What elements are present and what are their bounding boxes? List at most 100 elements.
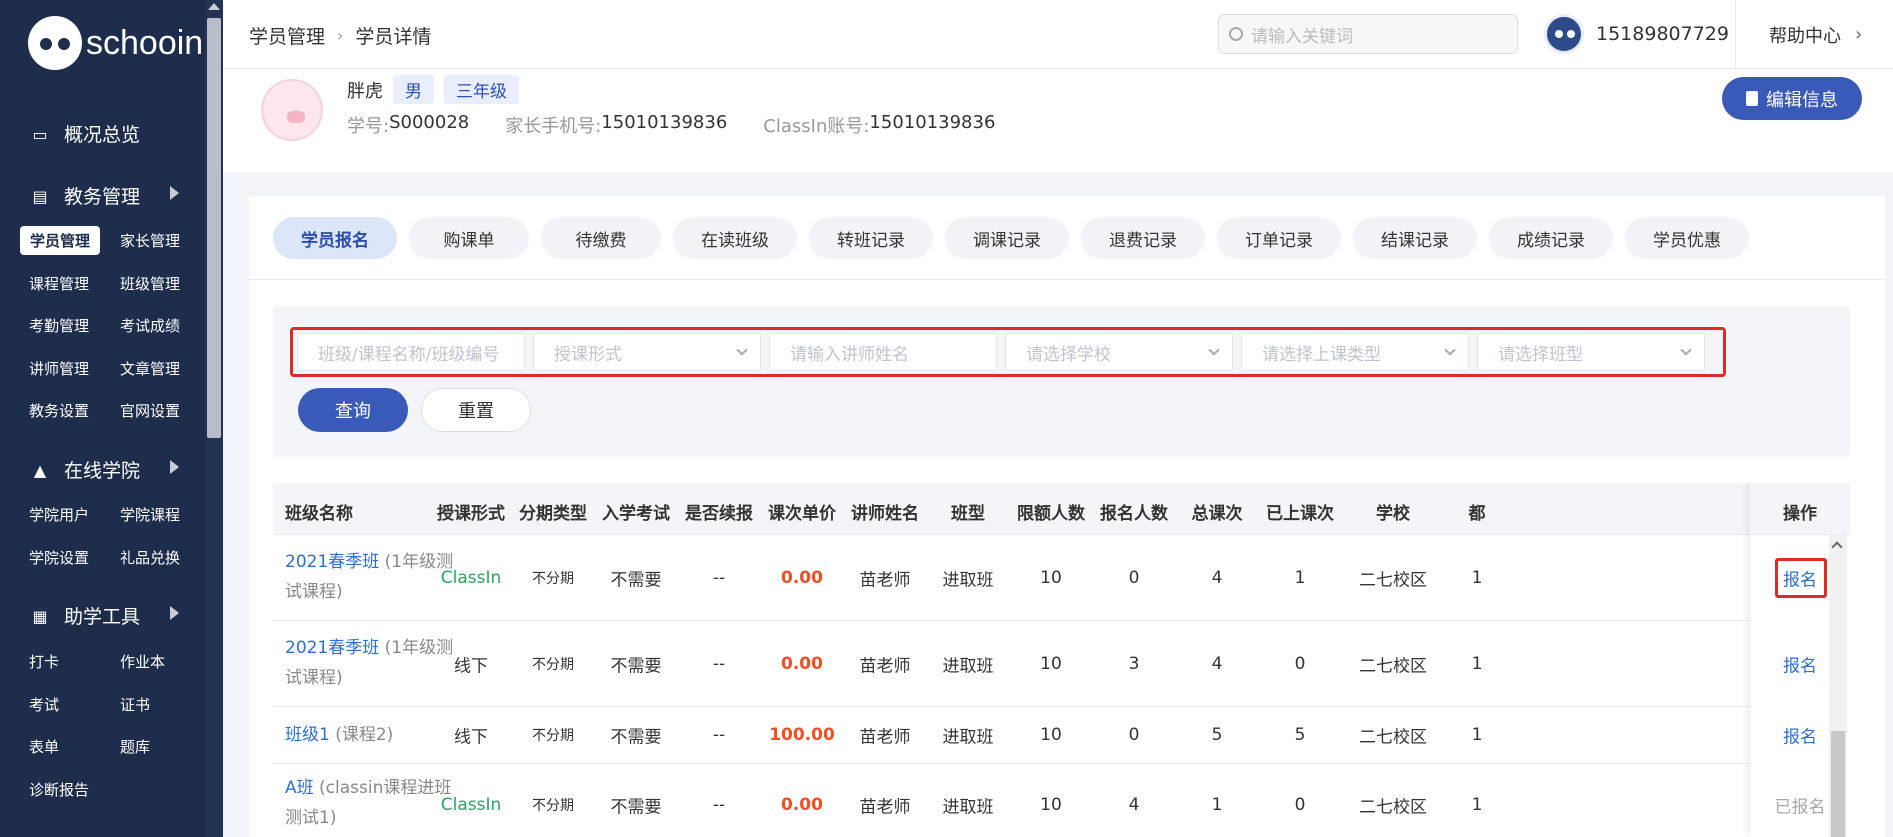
tab-reschedule-records[interactable]: 调课记录 <box>945 217 1069 259</box>
class-table: 班级名称 授课形式 分期类型 入学考试 是否续报 课次单价 讲师姓名 班型 限额… <box>273 483 1850 837</box>
query-button[interactable]: 查询 <box>298 388 408 432</box>
sidebar-group-online[interactable]: ▲ 在线学院 <box>30 456 190 483</box>
tab-student-enroll[interactable]: 学员报名 <box>273 217 397 259</box>
parent-phone: 15010139836 <box>601 112 728 133</box>
sidebar-item-academy-courses[interactable]: 学院课程 <box>110 500 190 529</box>
enrolled-label: 已报名 <box>1774 797 1826 818</box>
table-row: 2021春季班 (1年级测试课程) 线下 不分期 不需要 -- 0.00 苗老师… <box>273 621 1850 707</box>
search-icon <box>1229 27 1243 41</box>
avatar <box>1544 14 1584 54</box>
breadcrumb: 学员管理 › 学员详情 <box>249 22 431 49</box>
logo-text: schooin <box>86 23 204 62</box>
sidebar-item-academy-settings[interactable]: 学院设置 <box>19 543 99 572</box>
sidebar-item-parent-mgmt[interactable]: 家长管理 <box>110 226 190 255</box>
gender-tag: 男 <box>393 75 434 104</box>
sidebar-item-checkin[interactable]: 打卡 <box>19 647 69 676</box>
tab-purchase-list[interactable]: 购课单 <box>409 217 529 259</box>
chevron-down-icon <box>1444 344 1456 356</box>
filter-row-highlight: 班级/课程名称/班级编号 授课形式 请输入讲师姓名 请选择学校 请选择上课类型 … <box>290 327 1726 377</box>
tab-score-records[interactable]: 成绩记录 <box>1489 217 1613 259</box>
tab-pending-payment[interactable]: 待缴费 <box>541 217 661 259</box>
classin-account: 15010139836 <box>869 112 996 133</box>
class-name-link[interactable]: 班级1 <box>285 725 330 745</box>
search-input[interactable]: 请输入关键词 <box>1218 14 1518 54</box>
chevron-down-icon <box>1208 344 1220 356</box>
graduation-cap-icon: ▲ <box>33 460 47 480</box>
logo-icon <box>28 16 82 70</box>
tab-bar: 学员报名 购课单 待缴费 在读班级 转班记录 调课记录 退费记录 订单记录 结课… <box>273 217 1761 259</box>
chevron-right-icon <box>170 606 179 620</box>
table-row: 2021春季班 (1年级测试课程) ClassIn 不分期 不需要 -- 0.0… <box>273 535 1850 621</box>
tab-completion-records[interactable]: 结课记录 <box>1353 217 1477 259</box>
tab-refund-records[interactable]: 退费记录 <box>1081 217 1205 259</box>
table-header: 班级名称 授课形式 分期类型 入学考试 是否续报 课次单价 讲师姓名 班型 限额… <box>273 483 1850 535</box>
class-name-input[interactable]: 班级/课程名称/班级编号 <box>297 333 525 371</box>
book-icon: ▤ <box>32 186 48 206</box>
grid-icon: ▦ <box>32 606 48 626</box>
sidebar-item-article-mgmt[interactable]: 文章管理 <box>110 354 190 383</box>
sidebar-item-homework[interactable]: 作业本 <box>110 647 175 676</box>
enroll-button[interactable]: 报名 <box>1783 652 1817 677</box>
tab-transfer-records[interactable]: 转班记录 <box>809 217 933 259</box>
chevron-down-icon <box>736 344 748 356</box>
sidebar-item-site-settings[interactable]: 官网设置 <box>110 396 190 425</box>
main-panel: 学员报名 购课单 待缴费 在读班级 转班记录 调课记录 退费记录 订单记录 结课… <box>249 196 1885 837</box>
sidebar-item-certificate[interactable]: 证书 <box>110 690 160 719</box>
sidebar-group-jiaowu[interactable]: ▤ 教务管理 <box>30 182 190 209</box>
chevron-down-icon <box>1680 344 1692 356</box>
top-bar: 学员管理 › 学员详情 请输入关键词 15189807729 帮助中心 › <box>223 0 1893 69</box>
sidebar-item-exam[interactable]: 考试 <box>19 690 69 719</box>
sidebar-item-academy-users[interactable]: 学院用户 <box>19 500 99 529</box>
sidebar-group-tools[interactable]: ▦ 助学工具 <box>30 602 190 629</box>
edit-info-button[interactable]: 编辑信息 <box>1722 77 1862 120</box>
grade-tag: 三年级 <box>444 75 519 104</box>
teacher-name-input[interactable]: 请输入讲师姓名 <box>769 333 997 371</box>
table-scrollbar-thumb[interactable] <box>1831 731 1845 837</box>
breadcrumb-item[interactable]: 学员管理 <box>249 22 325 49</box>
user-phone: 15189807729 <box>1596 23 1729 45</box>
chevron-right-icon <box>170 460 179 474</box>
sidebar-scrollbar-thumb[interactable] <box>207 18 221 438</box>
student-avatar <box>261 79 323 141</box>
sidebar-item-question-bank[interactable]: 题库 <box>110 732 160 761</box>
student-number: S000028 <box>389 112 470 133</box>
class-name-link[interactable]: A班 <box>285 778 314 798</box>
class-level-select[interactable]: 请选择班型 <box>1477 333 1705 371</box>
sidebar-item-attendance[interactable]: 考勤管理 <box>19 311 99 340</box>
breadcrumb-item-current: 学员详情 <box>355 26 432 48</box>
user-menu[interactable]: 15189807729 <box>1544 14 1729 54</box>
sidebar-item-student-mgmt[interactable]: 学员管理 <box>20 226 101 255</box>
logo[interactable]: schooin <box>28 16 203 70</box>
class-name-link[interactable]: 2021春季班 <box>285 638 379 658</box>
class-type-select[interactable]: 请选择上课类型 <box>1241 333 1469 371</box>
enroll-button[interactable]: 报名 <box>1783 723 1817 748</box>
tab-student-discounts[interactable]: 学员优惠 <box>1625 217 1749 259</box>
sidebar-item-diagnosis-report[interactable]: 诊断报告 <box>19 775 99 804</box>
class-name-link[interactable]: 2021春季班 <box>285 552 379 572</box>
tab-order-records[interactable]: 订单记录 <box>1217 217 1341 259</box>
tab-current-classes[interactable]: 在读班级 <box>673 217 797 259</box>
sidebar-item-teacher-mgmt[interactable]: 讲师管理 <box>19 354 99 383</box>
sidebar-item-course-mgmt[interactable]: 课程管理 <box>19 269 99 298</box>
table-row: 班级1 (课程2) 线下 不分期 不需要 -- 100.00 苗老师 进取班 1… <box>273 707 1850 764</box>
sidebar-item-class-mgmt[interactable]: 班级管理 <box>110 269 190 298</box>
sidebar-group-overview[interactable]: ▭ 概况总览 <box>30 120 140 147</box>
sidebar-item-exam-scores[interactable]: 考试成绩 <box>110 311 190 340</box>
enroll-button-highlight <box>1775 558 1827 598</box>
edit-icon <box>1746 91 1758 106</box>
chevron-right-icon <box>170 186 179 200</box>
sidebar-scrollbar[interactable] <box>205 0 223 837</box>
chevron-up-icon[interactable] <box>1831 541 1843 553</box>
chevron-right-icon: › <box>337 26 344 45</box>
sidebar-item-form[interactable]: 表单 <box>19 732 69 761</box>
school-select[interactable]: 请选择学校 <box>1005 333 1233 371</box>
help-center-link[interactable]: 帮助中心 › <box>1735 0 1862 69</box>
sidebar-item-gift-exchange[interactable]: 礼品兑换 <box>110 543 190 572</box>
student-profile: 胖虎 男 三年级 学号: S000028 家长手机号: 15010139836 Cl… <box>223 69 1893 173</box>
sidebar-item-edu-settings[interactable]: 教务设置 <box>19 396 99 425</box>
teaching-mode-select[interactable]: 授课形式 <box>533 333 761 371</box>
student-name: 胖虎 <box>347 80 383 102</box>
reset-button[interactable]: 重置 <box>421 388 531 432</box>
table-scrollbar[interactable] <box>1829 535 1847 837</box>
monitor-icon: ▭ <box>32 124 48 144</box>
